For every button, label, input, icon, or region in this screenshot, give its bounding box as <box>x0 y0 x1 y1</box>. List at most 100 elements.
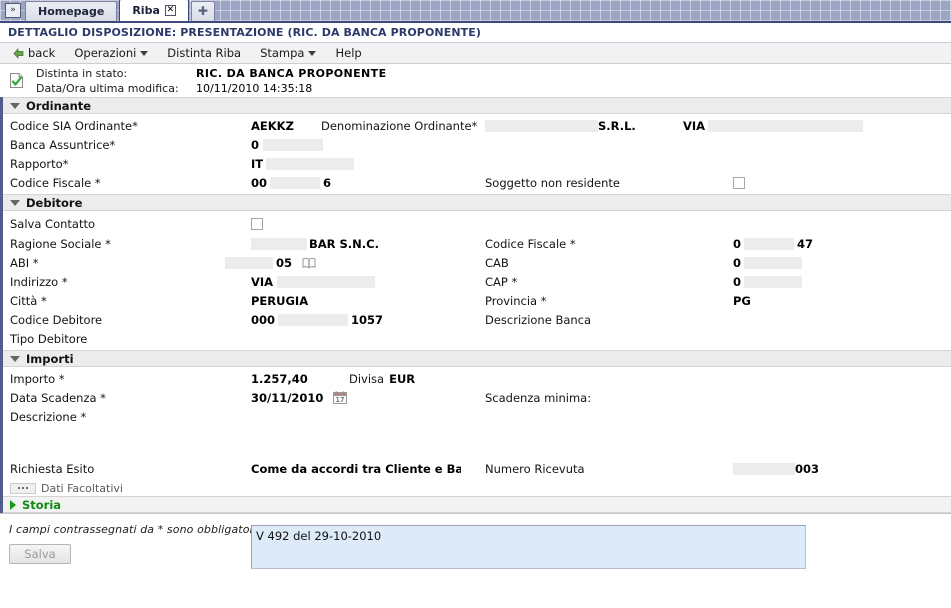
label-ragione-sociale: Ragione Sociale * <box>10 236 111 251</box>
section-header-importi[interactable]: Importi <box>3 350 951 367</box>
value-codice-fiscale-debitore-tail[interactable]: 47 <box>797 237 813 251</box>
triangle-down-icon <box>10 102 20 109</box>
redacted-block <box>744 275 803 288</box>
field-group-cap: CAP * 0 <box>485 275 803 289</box>
value-codice-debitore-tail[interactable]: 1057 <box>351 313 383 327</box>
back-button[interactable]: back <box>7 44 66 62</box>
label-descrizione: Descrizione * <box>10 410 87 424</box>
value-indirizzo-ordinante[interactable]: VIA <box>683 119 705 133</box>
status-state-label: Distinta in stato: <box>36 67 128 80</box>
value-group-via-ordinante: VIA <box>683 119 864 133</box>
tab-riba-label: Riba <box>132 4 160 17</box>
field-row-ragione-sociale: Ragione Sociale * BAR S.N.C. Codice Fisc… <box>3 234 951 253</box>
value-codice-debitore[interactable]: 000 <box>251 313 275 327</box>
menu-operazioni[interactable]: Operazioni <box>68 44 159 62</box>
value-abi[interactable]: 05 <box>276 256 292 270</box>
value-richiesta-esito[interactable]: Come da accordi tra Cliente e Banca <box>251 462 461 476</box>
redacted-block <box>270 176 321 189</box>
field-group-scadenza-minima: Scadenza minima: <box>485 391 733 405</box>
triangle-down-icon <box>10 199 20 206</box>
value-cab[interactable]: 0 <box>733 256 741 270</box>
label-scadenza-minima: Scadenza minima: <box>485 390 592 405</box>
menu-stampa[interactable]: Stampa <box>254 44 327 62</box>
field-row-tipo-debitore: Tipo Debitore <box>3 329 951 348</box>
value-group-denominazione: S.R.L. <box>485 119 636 133</box>
redacted-block <box>266 157 355 170</box>
redacted-block <box>225 256 273 269</box>
menu-distinta-riba[interactable]: Distinta Riba <box>161 44 252 62</box>
status-state-value: RIC. DA BANCA PROPONENTE <box>196 67 387 80</box>
value-rapporto[interactable]: IT <box>251 157 263 171</box>
status-modified-label: Data/Ora ultima modifica: <box>36 82 179 95</box>
back-arrow-icon <box>13 47 24 59</box>
form-content: Ordinante Codice SIA Ordinante* AEKKZ De… <box>0 97 951 569</box>
value-denominazione-ordinante[interactable]: S.R.L. <box>598 119 636 133</box>
redacted-block <box>263 138 324 151</box>
label-banca-assuntrice: Banca Assuntrice* <box>10 137 116 152</box>
section-header-storia[interactable]: Storia <box>3 496 951 513</box>
field-row-data-scadenza: Data Scadenza * 30/11/2010 17 Scadenza m… <box>3 388 951 407</box>
field-row-descrizione: Descrizione * <box>3 407 951 459</box>
back-label: back <box>28 46 56 60</box>
label-soggetto-non-residente: Soggetto non residente <box>485 175 620 190</box>
value-ragione-sociale[interactable]: BAR S.N.C. <box>309 237 379 251</box>
label-salva-contatto: Salva Contatto <box>10 216 96 231</box>
field-group-divisa: Divisa EUR <box>349 372 415 386</box>
label-cab: CAB <box>485 255 509 270</box>
section-body-importi: Importo * 1.257,40 Divisa EUR Data Scade… <box>3 367 951 480</box>
value-citta[interactable]: PERUGIA <box>251 294 308 308</box>
label-codice-fiscale-debitore: Codice Fiscale * <box>485 236 576 251</box>
value-codice-fiscale-ordinante-tail[interactable]: 6 <box>323 176 331 190</box>
value-indirizzo[interactable]: VIA <box>251 275 273 289</box>
value-codice-fiscale-debitore[interactable]: 0 <box>733 237 741 251</box>
field-group-cab: CAB 0 <box>485 255 803 270</box>
redacted-block <box>744 256 803 269</box>
section-title-importi: Importi <box>26 351 74 366</box>
label-provincia: Provincia * <box>485 293 547 308</box>
section-body-ordinante: Codice SIA Ordinante* AEKKZ Denominazion… <box>3 114 951 194</box>
close-icon[interactable]: ✕ <box>164 5 176 16</box>
value-codice-sia[interactable]: AEKKZ <box>251 119 294 133</box>
tab-overflow-button[interactable]: » <box>5 3 21 18</box>
label-divisa: Divisa <box>349 371 385 386</box>
triangle-right-icon <box>10 499 16 510</box>
field-row-codice-sia: Codice SIA Ordinante* AEKKZ Denominazion… <box>3 116 951 135</box>
add-tab-icon[interactable]: ✚ <box>190 1 215 21</box>
section-body-debitore: Salva Contatto Ragione Sociale * BAR S.N… <box>3 211 951 350</box>
redacted-block <box>733 462 795 475</box>
field-group-descrizione-banca: Descrizione Banca <box>485 313 733 327</box>
field-group-codice-fiscale-debitore: Codice Fiscale * 0 47 <box>485 237 813 251</box>
checkbox-soggetto-non-residente[interactable] <box>733 176 745 189</box>
field-row-citta: Città * PERUGIA Provincia * PG <box>3 291 951 310</box>
checkbox-salva-contatto[interactable] <box>251 217 263 230</box>
tab-riba[interactable]: Riba ✕ <box>119 0 189 21</box>
label-indirizzo: Indirizzo * <box>10 274 68 289</box>
descrizione-textarea[interactable] <box>251 525 806 569</box>
tab-homepage[interactable]: Homepage <box>25 1 118 21</box>
section-header-ordinante[interactable]: Ordinante <box>3 97 951 114</box>
status-block: Distinta in stato: RIC. DA BANCA PROPONE… <box>0 64 951 97</box>
redacted-block <box>278 313 349 326</box>
value-cap[interactable]: 0 <box>733 275 741 289</box>
book-lookup-icon[interactable] <box>302 257 316 269</box>
ellipsis-icon[interactable] <box>10 482 36 494</box>
save-button[interactable]: Salva <box>9 544 71 564</box>
label-codice-fiscale-ordinante: Codice Fiscale * <box>10 175 101 190</box>
value-banca-assuntrice[interactable]: 0 <box>251 138 259 152</box>
menu-help[interactable]: Help <box>329 44 372 62</box>
chevron-down-icon <box>140 50 149 56</box>
calendar-icon[interactable]: 17 <box>333 391 348 404</box>
value-codice-fiscale-ordinante[interactable]: 00 <box>251 176 267 190</box>
status-modified-value: 10/11/2010 14:35:18 <box>196 82 313 95</box>
redacted-block <box>744 237 795 250</box>
field-row-indirizzo: Indirizzo * VIA CAP * 0 <box>3 272 951 291</box>
section-header-debitore[interactable]: Debitore <box>3 194 951 211</box>
value-numero-ricevuta[interactable]: 003 <box>795 462 819 476</box>
value-importo[interactable]: 1.257,40 <box>251 372 308 386</box>
value-provincia[interactable]: PG <box>733 294 751 308</box>
field-row-banca-assuntrice: Banca Assuntrice* 0 <box>3 135 951 154</box>
value-divisa[interactable]: EUR <box>389 372 415 386</box>
value-data-scadenza[interactable]: 30/11/2010 <box>251 391 323 405</box>
dati-facoltativi-row[interactable]: Dati Facoltativi <box>3 480 951 496</box>
menu-distinta-riba-label: Distinta Riba <box>167 46 242 60</box>
